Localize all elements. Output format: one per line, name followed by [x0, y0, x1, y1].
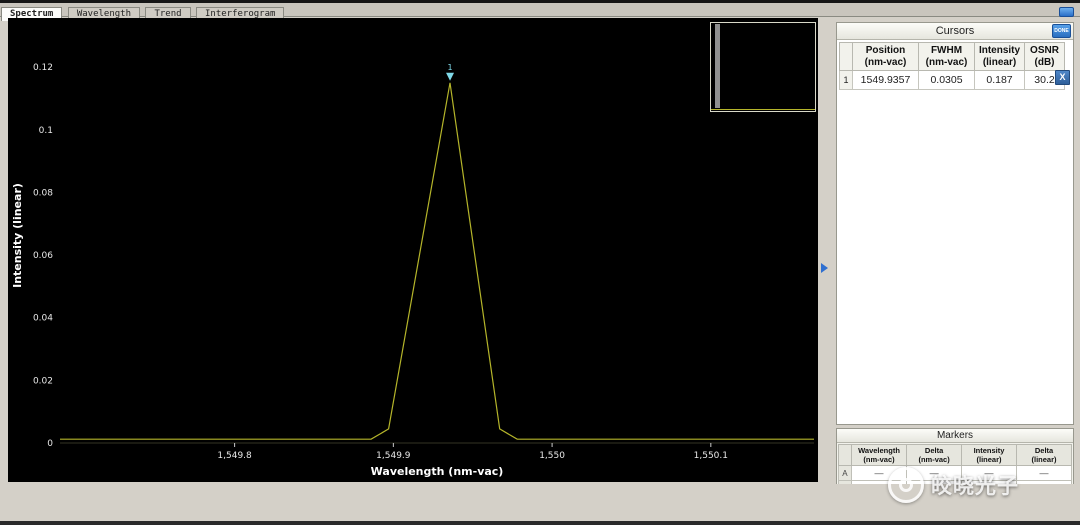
- svg-text:1,550.1: 1,550.1: [694, 451, 728, 461]
- app-icon: [1059, 7, 1074, 17]
- spectrum-chart[interactable]: 0 0.02 0.04 0.06 0.08 0.1 0.12 1,549.8 1,549.9 1,…: [8, 18, 818, 482]
- marker-a-id: A: [839, 466, 852, 481]
- cursors-header-row: Position (nm-vac) FWHM (nm-vac) Intensit…: [840, 43, 1065, 71]
- col-label-line2: (nm-vac): [907, 455, 961, 464]
- cursor-row: 1 1549.9357 0.0305 0.187 30.2: [840, 71, 1065, 90]
- col-label-line2: (linear): [1017, 455, 1071, 464]
- cursors-table: Position (nm-vac) FWHM (nm-vac) Intensit…: [839, 42, 1065, 90]
- cursor-fwhm-value: 0.0305: [919, 71, 975, 90]
- expand-panel-arrow[interactable]: [821, 263, 828, 273]
- marker-a-delta-linear: —: [1017, 466, 1072, 481]
- col-label-line2: (dB): [1026, 57, 1063, 69]
- markers-header-id: [839, 445, 852, 466]
- svg-text:1,549.9: 1,549.9: [376, 451, 411, 461]
- markers-header-delta-linear: Delta (linear): [1017, 445, 1072, 466]
- col-label-line1: Intensity: [962, 446, 1016, 455]
- cursors-done-button[interactable]: DONE: [1052, 24, 1071, 38]
- col-label-line2: (linear): [962, 455, 1016, 464]
- markers-header-intensity: Intensity (linear): [961, 445, 1016, 466]
- markers-panel-title: Markers: [837, 429, 1073, 443]
- cursors-header-intensity: Intensity (linear): [975, 43, 1025, 71]
- cursors-header-osnr: OSNR (dB): [1025, 43, 1065, 71]
- cursor-delete-button[interactable]: X: [1055, 70, 1070, 85]
- col-label-line1: Position: [854, 45, 917, 57]
- col-label-line2: (nm-vac): [852, 455, 907, 464]
- app-window: Spectrum Wavelength Trend Interferogram …: [0, 0, 1080, 525]
- col-label-line1: OSNR: [1026, 45, 1063, 57]
- svg-text:0.12: 0.12: [33, 63, 53, 73]
- markers-header-delta-nm: Delta (nm-vac): [907, 445, 962, 466]
- marker-a-wavelength: —: [851, 466, 907, 481]
- inset-peak-bar: [715, 24, 720, 108]
- svg-text:0: 0: [47, 439, 53, 449]
- svg-text:0.06: 0.06: [33, 251, 53, 261]
- col-label-line1: Delta: [907, 446, 961, 455]
- col-label-line1: Delta: [1017, 446, 1071, 455]
- bottom-border: [0, 521, 1080, 525]
- svg-text:Intensity (linear): Intensity (linear): [11, 183, 24, 288]
- marker-a-delta-nm: —: [907, 466, 962, 481]
- cursor-position-value: 1549.9357: [853, 71, 919, 90]
- marker-a-intensity: —: [961, 466, 1016, 481]
- markers-header-row: Wavelength (nm-vac) Delta (nm-vac) Inten…: [839, 445, 1072, 466]
- svg-text:0.04: 0.04: [33, 314, 53, 324]
- cursor-row-id: 1: [840, 71, 853, 90]
- cursors-panel: Cursors DONE Position (nm-vac) FWHM (nm-…: [836, 22, 1074, 425]
- svg-text:0.1: 0.1: [39, 126, 53, 136]
- svg-text:0.02: 0.02: [33, 376, 53, 386]
- tab-bar: Spectrum Wavelength Trend Interferogram: [0, 3, 1080, 17]
- bottom-toolbar: Click on the spectrum to add a cursor.: [0, 484, 1080, 521]
- cursor-intensity-value: 0.187: [975, 71, 1025, 90]
- svg-text:1: 1: [447, 63, 452, 72]
- col-label-line2: (nm-vac): [920, 57, 973, 69]
- cursors-title-label: Cursors: [936, 25, 975, 37]
- cursors-panel-title: Cursors DONE: [837, 23, 1073, 40]
- svg-text:1,550: 1,550: [539, 451, 565, 461]
- overview-inset[interactable]: [710, 22, 816, 112]
- markers-title-label: Markers: [937, 430, 973, 441]
- inset-baseline: [711, 109, 815, 110]
- cursors-header-id: [840, 43, 853, 71]
- svg-text:Wavelength (nm-vac): Wavelength (nm-vac): [371, 465, 504, 478]
- spectrum-plot[interactable]: 0 0.02 0.04 0.06 0.08 0.1 0.12 1,549.8 1,549.9 1,…: [8, 18, 818, 482]
- svg-text:0.08: 0.08: [33, 188, 53, 198]
- col-label-line1: FWHM: [920, 45, 973, 57]
- cursors-header-fwhm: FWHM (nm-vac): [919, 43, 975, 71]
- cursors-header-position: Position (nm-vac): [853, 43, 919, 71]
- col-label-line1: Intensity: [976, 45, 1023, 57]
- marker-row-a: A — — — —: [839, 466, 1072, 481]
- col-label-line2: (linear): [976, 57, 1023, 69]
- col-label-line1: Wavelength: [852, 446, 907, 455]
- svg-text:1,549.8: 1,549.8: [217, 451, 252, 461]
- col-label-line2: (nm-vac): [854, 57, 917, 69]
- markers-header-wavelength: Wavelength (nm-vac): [851, 445, 907, 466]
